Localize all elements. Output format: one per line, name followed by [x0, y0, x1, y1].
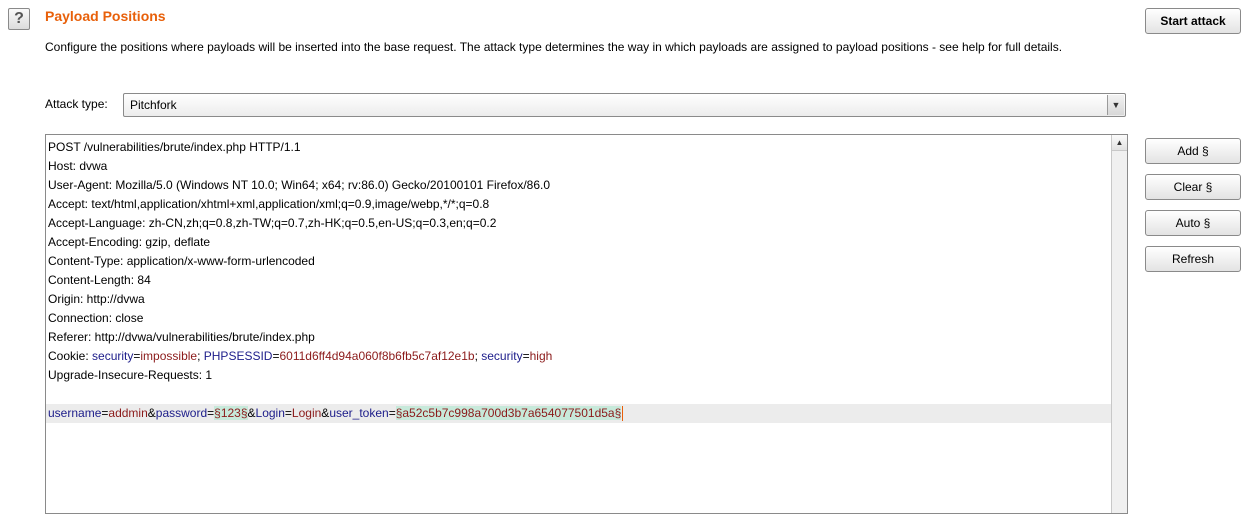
request-line: Connection: close	[48, 311, 144, 325]
request-line: Upgrade-Insecure-Requests: 1	[48, 368, 213, 382]
cookie-key: security	[92, 349, 134, 363]
payload-position[interactable]: §123§	[214, 406, 248, 420]
request-text[interactable]: POST /vulnerabilities/brute/index.php HT…	[46, 138, 1111, 423]
param-value: addmin	[108, 406, 148, 420]
text-caret	[622, 406, 624, 422]
request-editor[interactable]: POST /vulnerabilities/brute/index.php HT…	[45, 134, 1128, 514]
ampersand: &	[147, 406, 156, 420]
scroll-up-icon[interactable]: ▲	[1112, 135, 1127, 151]
equals-sign: =	[522, 349, 530, 363]
auto-marker-button[interactable]: Auto §	[1145, 210, 1241, 236]
param-key: password	[155, 406, 208, 420]
equals-sign: =	[388, 406, 396, 420]
request-line: Accept-Encoding: gzip, deflate	[48, 235, 211, 249]
request-line: Content-Type: application/x-www-form-url…	[48, 254, 315, 268]
attack-type-value: Pitchfork	[130, 98, 177, 112]
request-line: Origin: http://dvwa	[48, 292, 145, 306]
body-line: username=addmin&password=§123§&Login=Log…	[46, 404, 1111, 423]
cookie-value: 6011d6ff4d94a060f8b6fb5c7af12e1b	[279, 349, 475, 363]
equals-sign: =	[284, 406, 292, 420]
param-value: Login	[291, 406, 322, 420]
help-button[interactable]: ?	[8, 8, 30, 30]
param-key: user_token	[329, 406, 389, 420]
cookie-key: security	[481, 349, 523, 363]
cookie-prefix: Cookie:	[48, 349, 93, 363]
request-line: Host: dvwa	[48, 159, 108, 173]
param-key: Login	[255, 406, 285, 420]
cookie-separator: ;	[197, 349, 204, 363]
request-line: Referer: http://dvwa/vulnerabilities/bru…	[48, 330, 315, 344]
request-line: User-Agent: Mozilla/5.0 (Windows NT 10.0…	[48, 178, 551, 192]
start-attack-button[interactable]: Start attack	[1145, 8, 1241, 34]
cookie-value: impossible	[140, 349, 198, 363]
cookie-key: PHPSESSID	[203, 349, 273, 363]
attack-type-label: Attack type:	[45, 97, 108, 111]
request-line: Accept: text/html,application/xhtml+xml,…	[48, 197, 490, 211]
refresh-button[interactable]: Refresh	[1145, 246, 1241, 272]
panel-description: Configure the positions where payloads w…	[45, 40, 1063, 54]
panel-title: Payload Positions	[45, 8, 166, 24]
payload-position[interactable]: §a52c5b7c998a700d3b7a654077501d5a§	[395, 406, 622, 420]
chevron-down-icon[interactable]: ▼	[1107, 95, 1124, 115]
request-line: Accept-Language: zh-CN,zh;q=0.8,zh-TW;q=…	[48, 216, 497, 230]
attack-type-select[interactable]: Pitchfork ▼	[123, 93, 1126, 117]
param-key: username	[48, 406, 102, 420]
request-line: POST /vulnerabilities/brute/index.php HT…	[48, 140, 301, 154]
ampersand: &	[247, 406, 256, 420]
request-line: Content-Length: 84	[48, 273, 151, 287]
clear-marker-button[interactable]: Clear §	[1145, 174, 1241, 200]
add-marker-button[interactable]: Add §	[1145, 138, 1241, 164]
cookie-line: Cookie: security=impossible; PHPSESSID=6…	[46, 347, 1111, 366]
vertical-scrollbar[interactable]: ▲	[1111, 135, 1127, 513]
cookie-value: high	[529, 349, 553, 363]
